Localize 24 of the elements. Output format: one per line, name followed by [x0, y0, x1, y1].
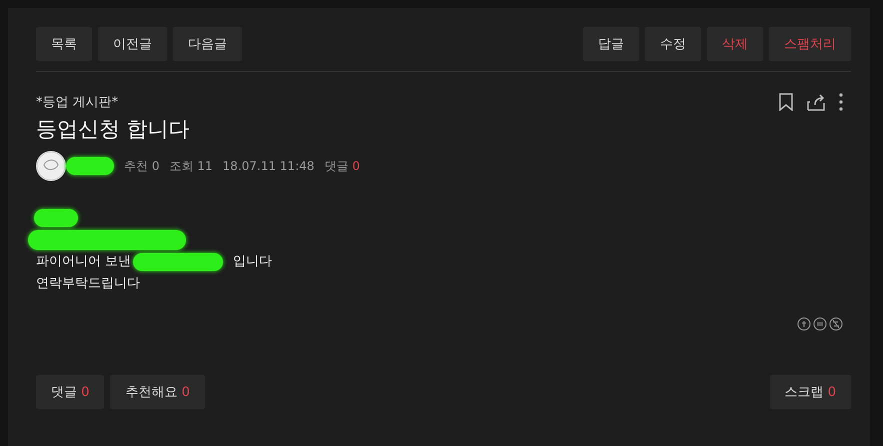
bookmark-icon[interactable]: [779, 93, 793, 111]
redaction-mark: [66, 157, 114, 175]
footer-button[interactable]: 댓글 0: [36, 375, 104, 409]
comment-count: 댓글 0: [324, 158, 360, 174]
body-text: 파이어니어 보낸: [36, 253, 132, 271]
footer-button[interactable]: 추천해요 0: [110, 375, 205, 409]
toolbar-button[interactable]: 답글: [583, 27, 639, 61]
redaction-mark: [34, 209, 78, 227]
toolbar-button[interactable]: 수정: [645, 27, 701, 61]
body-text: 연락부탁드립니다: [36, 275, 140, 293]
more-icon[interactable]: [839, 93, 843, 111]
board-label: *등업 게시판*: [36, 94, 120, 111]
toolbar-button[interactable]: 목록: [36, 27, 92, 61]
avatar: [36, 151, 66, 181]
toolbar-button[interactable]: 다음글: [173, 27, 242, 61]
body-text: 입니다: [233, 253, 272, 271]
license-icons: [797, 317, 843, 331]
recommend-count: 추천 0: [124, 158, 160, 174]
post-date: 18.07.11 11:48: [222, 159, 314, 173]
scrap-button[interactable]: 스크랩 0: [770, 375, 851, 409]
view-count: 조회 11: [169, 158, 213, 174]
toolbar-button[interactable]: 이전글: [98, 27, 167, 61]
share-icon[interactable]: [807, 93, 825, 111]
post-title: 등업신청 합니다: [36, 116, 190, 143]
